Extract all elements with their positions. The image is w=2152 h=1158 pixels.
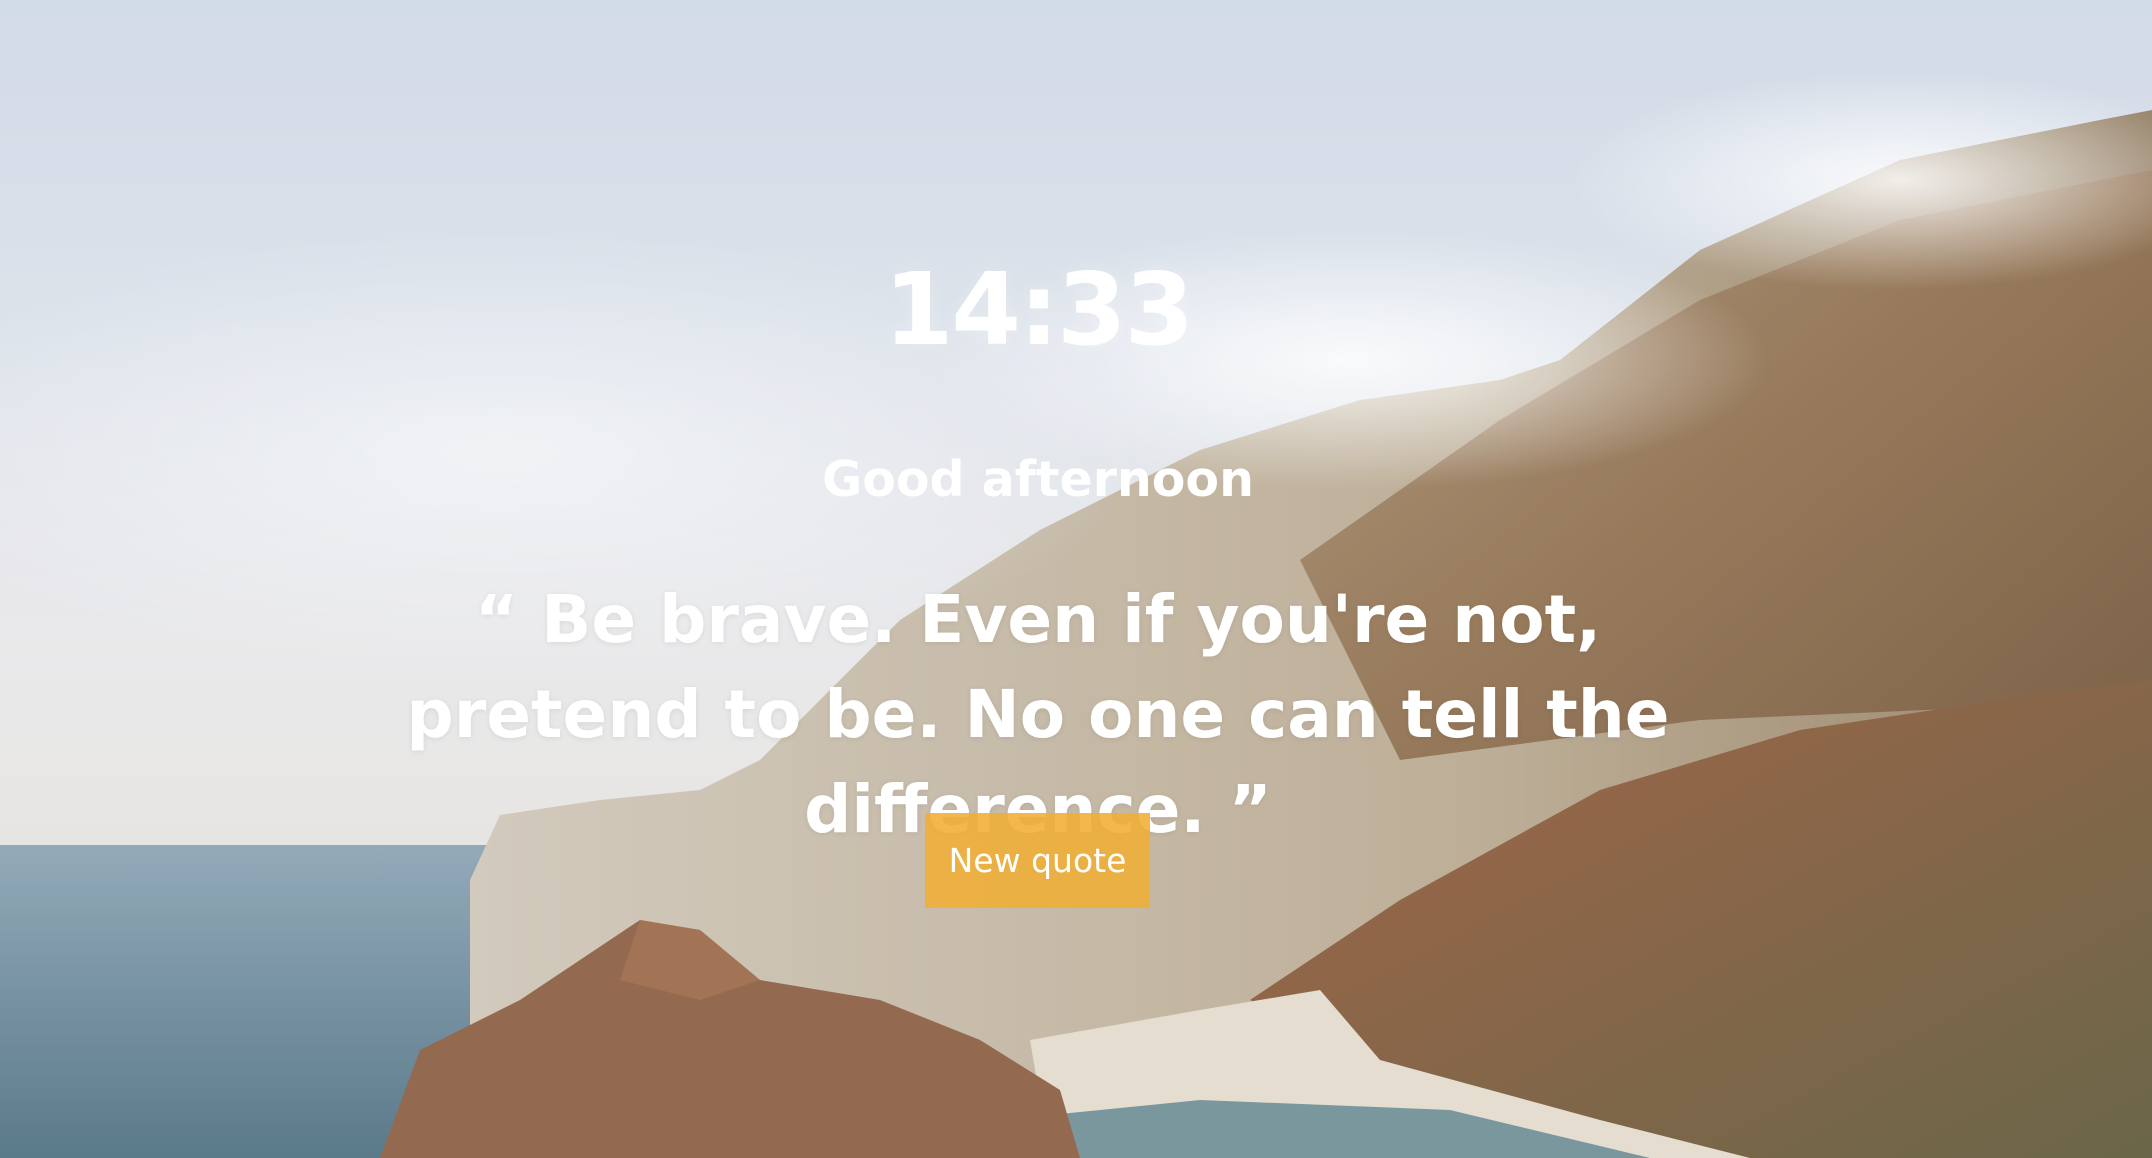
momentum-dashboard: 14:33 Good afternoon “ Be brave. Even if…	[0, 0, 2152, 1158]
quote-text: Be brave. Even if you're not, pretend to…	[406, 581, 1670, 848]
quote-open-mark: “	[474, 581, 519, 658]
quote-close-mark: ”	[1228, 771, 1272, 848]
clock-time: 14:33	[883, 251, 1194, 368]
new-quote-button[interactable]: New quote	[925, 813, 1150, 908]
greeting-text: Good afternoon	[822, 451, 1254, 508]
